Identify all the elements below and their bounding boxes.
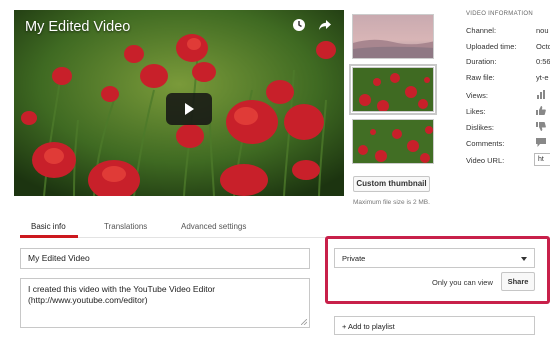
custom-thumbnail-button[interactable]: Custom thumbnail	[353, 176, 430, 192]
info-label: Duration:	[466, 57, 497, 66]
info-label: Uploaded time:	[466, 42, 517, 51]
privacy-select[interactable]: Private	[334, 248, 535, 268]
info-row-comments: Comments:	[466, 138, 546, 148]
thumbs-up-icon	[536, 106, 546, 115]
info-label: Views:	[466, 91, 488, 100]
info-row-likes: Likes:	[466, 106, 546, 116]
info-label: Comments:	[466, 139, 505, 148]
play-icon	[185, 103, 194, 115]
thumbnail-option-2[interactable]	[349, 64, 437, 115]
video-description-input[interactable]: I created this video with the YouTube Vi…	[20, 278, 310, 328]
share-button[interactable]: Share	[501, 272, 535, 291]
info-value: 0:56	[536, 57, 550, 66]
info-row-duration: Duration: 0:56	[466, 57, 550, 66]
max-file-size-note: Maximum file size is 2 MB.	[353, 199, 430, 206]
video-player[interactable]: My Edited Video	[14, 10, 344, 196]
privacy-highlight-box	[325, 236, 550, 304]
thumbs-down-icon	[536, 122, 546, 131]
info-label: Channel:	[466, 26, 497, 35]
video-title-overlay: My Edited Video	[25, 19, 131, 35]
thumbnail-image	[353, 120, 433, 163]
info-row-dislikes: Dislikes:	[466, 122, 546, 132]
video-url-field[interactable]: ht	[534, 153, 550, 166]
privacy-selected-value: Private	[342, 254, 366, 263]
info-row-channel: Channel: nou	[466, 26, 549, 35]
description-line: (http://www.youtube.com/editor)	[28, 295, 148, 305]
info-row-uploaded-time: Uploaded time: Octo	[466, 42, 550, 51]
tab-advanced-settings[interactable]: Advanced settings	[181, 222, 246, 231]
bar-chart-icon[interactable]	[536, 90, 546, 99]
info-label: Dislikes:	[466, 123, 494, 132]
thumbnail-image	[353, 68, 433, 111]
info-label: Likes:	[466, 107, 486, 116]
thumbnail-option-1[interactable]	[352, 14, 434, 59]
privacy-note: Only you can view	[432, 278, 493, 287]
description-line: I created this video with the YouTube Vi…	[28, 284, 216, 294]
active-tab-indicator	[20, 235, 78, 238]
thumbnail-image	[353, 15, 433, 58]
info-value: yt-e	[536, 73, 549, 82]
share-icon[interactable]	[318, 18, 332, 32]
thumbnail-option-3[interactable]	[352, 119, 434, 164]
info-row-raw-file: Raw file: yt-e	[466, 73, 549, 82]
video-title-input[interactable]: My Edited Video	[20, 248, 310, 269]
clock-icon[interactable]	[292, 18, 306, 32]
add-to-playlist-button[interactable]: + Add to playlist	[334, 316, 535, 335]
chevron-down-icon	[521, 257, 527, 261]
info-value[interactable]: nou	[536, 26, 549, 35]
tab-translations[interactable]: Translations	[104, 222, 147, 231]
info-value: Octo	[536, 42, 550, 51]
info-row-views: Views:	[466, 90, 545, 100]
video-information-heading: VIDEO INFORMATION	[466, 11, 533, 17]
info-row-video-url: Video URL:	[466, 156, 504, 165]
info-label: Video URL:	[466, 156, 505, 165]
info-label: Raw file:	[466, 73, 495, 82]
resize-handle-icon[interactable]	[301, 319, 307, 325]
tab-basic-info[interactable]: Basic info	[31, 222, 66, 231]
play-button[interactable]	[166, 93, 212, 125]
comment-icon	[536, 138, 546, 147]
